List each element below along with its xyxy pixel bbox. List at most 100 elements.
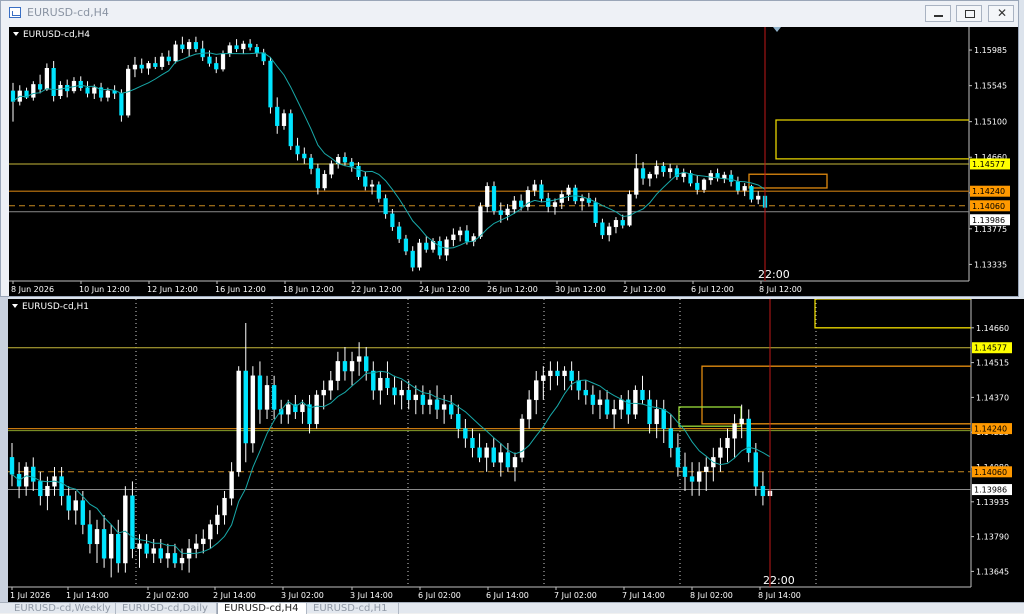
tab-weekly[interactable]: EURUSD-cd,Weekly (8, 603, 116, 614)
close-button[interactable]: ✕ (988, 5, 1014, 22)
zone-yellow (814, 299, 971, 329)
candle-body (329, 163, 334, 175)
candle-body (518, 200, 524, 207)
candle-body (569, 370, 574, 381)
candle-body (281, 113, 287, 126)
h1-chart-symbol-label[interactable]: EURUSD-cd,H1 (12, 302, 89, 312)
candle-body (73, 500, 78, 511)
candle-body (485, 186, 490, 207)
candle-body (555, 370, 560, 377)
candle-body (451, 234, 456, 240)
price-tick-label: 1.14660 (976, 324, 1009, 333)
candle-body (437, 241, 442, 256)
candle-body (153, 63, 158, 67)
candle-body (573, 187, 578, 202)
candle-body (647, 173, 652, 179)
candle-body (434, 399, 440, 410)
candle-body (275, 106, 280, 126)
window-titlebar[interactable]: EURUSD-cd,H4 ✕ (1, 1, 1018, 25)
candle-body (390, 213, 395, 228)
price-tick-label: 1.14515 (976, 359, 1009, 368)
time-tick-label: 6 Jul 12:00 (691, 285, 734, 294)
candle-body (566, 187, 571, 195)
candle-body (477, 447, 482, 458)
candle-body (732, 423, 737, 439)
candle-body (682, 466, 688, 477)
maximize-button[interactable] (956, 5, 982, 22)
candle-body (725, 437, 730, 449)
price-tick-label: 1.15985 (974, 46, 1007, 55)
candle-body (31, 466, 36, 482)
candle-body (87, 524, 93, 545)
candle-body (539, 184, 544, 199)
candle-body (654, 165, 659, 175)
candle-body (735, 181, 741, 191)
candle-body (546, 198, 551, 207)
candle-body (607, 226, 612, 236)
candle-body (576, 380, 581, 391)
candle-body (579, 198, 585, 202)
candle-body (696, 471, 702, 482)
time-tick-label: 30 Jun 12:00 (555, 285, 606, 294)
candle-body (739, 418, 744, 425)
zone-yellow (775, 119, 969, 160)
tab-h4[interactable]: EURUSD-cd,H4 (217, 603, 307, 614)
candle-body (300, 404, 305, 413)
collapse-triangle-icon (12, 304, 18, 308)
candle-body (491, 186, 497, 211)
candle-body (193, 42, 199, 50)
minimize-button[interactable] (925, 5, 951, 22)
price-tick-label: 1.15100 (974, 118, 1007, 127)
candle-body (207, 56, 212, 64)
candle-body (383, 198, 388, 215)
candle-body (626, 399, 631, 415)
candle-body (756, 195, 761, 200)
candle-body (424, 242, 429, 250)
candle-body (611, 409, 617, 415)
h4-chart-symbol-label[interactable]: EURUSD-cd,H4 (13, 30, 90, 40)
moving-average-line (12, 52, 766, 249)
tab-daily[interactable]: EURUSD-cd,Daily (116, 603, 217, 614)
time-tick-label: 10 Jun 12:00 (79, 285, 130, 294)
h4-chart-svg[interactable]: 22:001.159851.155451.151001.146601.14220… (9, 27, 1018, 296)
time-tick-label: 2 Jul 02:00 (146, 591, 189, 600)
candle-body (250, 375, 256, 444)
close-icon: ✕ (997, 6, 1008, 20)
candle-body (458, 230, 463, 236)
candle-body (92, 87, 97, 94)
tab-h1[interactable]: EURUSD-cd,H1 (307, 603, 399, 614)
candle-body (356, 165, 361, 177)
candle-body (165, 553, 171, 559)
time-tick-label: 3 Jul 02:00 (281, 591, 324, 600)
candle-body (349, 361, 355, 372)
candle-body (441, 404, 447, 410)
candle-body (449, 404, 454, 415)
h4-chart-area[interactable]: 22:001.159851.155451.151001.146601.14220… (9, 27, 1018, 296)
candle-body (718, 447, 723, 458)
candle-body (173, 44, 178, 62)
candle-body (505, 208, 510, 215)
candle-body (562, 370, 567, 377)
candle-body (37, 84, 43, 90)
candle-body (123, 495, 128, 564)
candle-body (349, 161, 354, 167)
candle-body (392, 387, 397, 396)
h1-chart-area[interactable]: 22:001.146601.145151.143701.142251.14080… (8, 299, 1024, 602)
candle-body (627, 194, 632, 226)
candle-body (180, 44, 185, 50)
candle-body (159, 56, 165, 67)
candle-body (227, 45, 232, 54)
candle-body (505, 452, 511, 468)
candle-body (59, 476, 64, 497)
workspace-margin (0, 297, 8, 602)
candle-body (356, 356, 362, 362)
h1-chart-svg[interactable]: 22:001.146601.145151.143701.142251.14080… (8, 299, 1024, 602)
candle-body (187, 42, 192, 50)
candle-body (688, 173, 693, 184)
candle-body (478, 206, 483, 237)
candle-body (151, 548, 156, 554)
candle-body (101, 529, 107, 559)
candle-body (179, 557, 185, 564)
h4-chart-window[interactable]: EURUSD-cd,H4 ✕ 22:00 1.15985 1.15545 1.1510… (0, 0, 1019, 297)
candle-body (661, 409, 666, 429)
